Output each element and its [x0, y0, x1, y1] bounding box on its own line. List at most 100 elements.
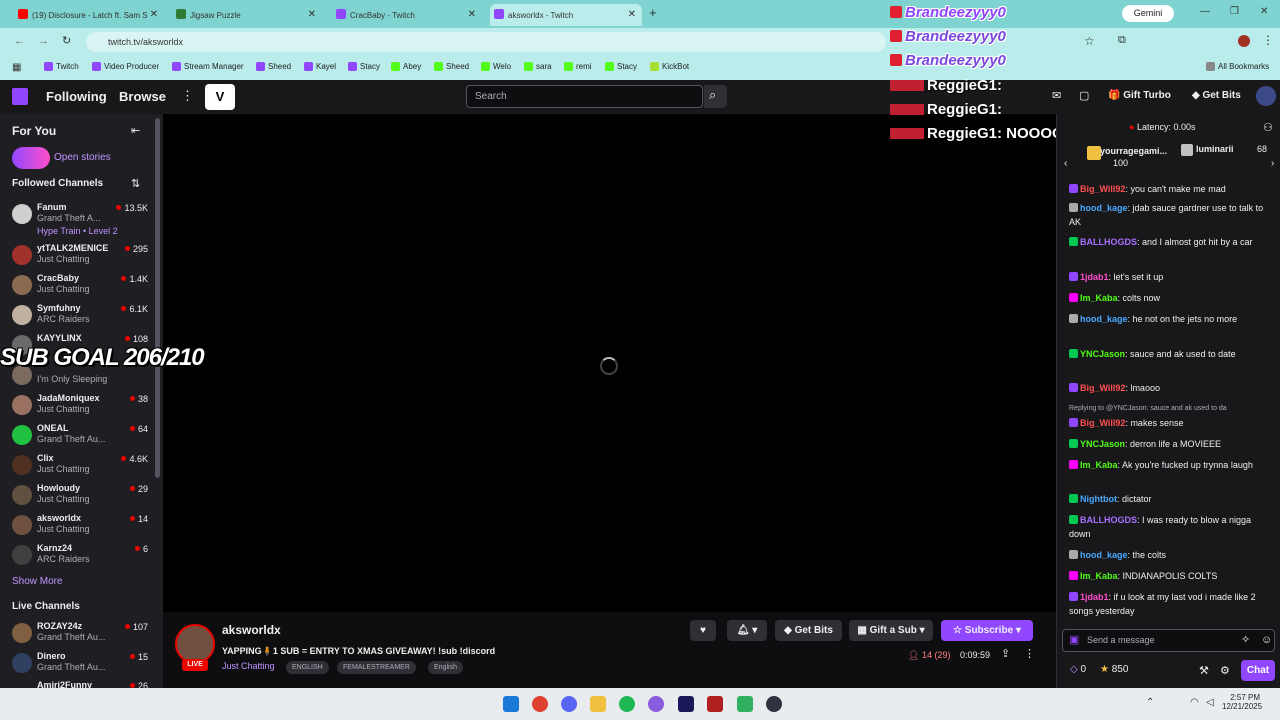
app-icon[interactable]: [737, 696, 753, 712]
browser-tab-aksworldx[interactable]: aksworldx - Twitch ✕: [490, 4, 642, 26]
bookmark-item[interactable]: Abey: [391, 62, 421, 71]
sidebar-scrollbar[interactable]: [155, 118, 160, 478]
user-avatar[interactable]: [1256, 86, 1276, 106]
chrome-icon[interactable]: [532, 696, 548, 712]
chat-username[interactable]: Big_Will92: [1080, 418, 1125, 428]
gift-turbo-button[interactable]: 🎁 Gift Turbo: [1108, 90, 1171, 101]
close-icon[interactable]: ✕: [150, 9, 158, 20]
bookmark-item[interactable]: remi: [564, 62, 592, 71]
sort-icon[interactable]: ⇅: [131, 177, 140, 190]
sidebar-channel[interactable]: JadaMoniquex Just Chatting 38: [8, 391, 148, 421]
bookmark-item[interactable]: KickBot: [650, 62, 689, 71]
bookmark-item[interactable]: Kayel: [304, 62, 336, 71]
bookmark-item[interactable]: Twitch: [44, 62, 79, 71]
gear-icon[interactable]: ⚙: [1220, 664, 1230, 677]
chat-username[interactable]: hood_kage: [1080, 314, 1128, 324]
tool-icon[interactable]: ⚒: [1199, 664, 1209, 677]
close-icon[interactable]: ✕: [468, 9, 476, 20]
tag-pill[interactable]: English: [428, 661, 463, 674]
tag-pill[interactable]: ENGLISH: [286, 661, 329, 674]
sidebar-channel[interactable]: Fanum Grand Theft A... 13.5K Hype Train …: [8, 200, 148, 236]
url-field[interactable]: twitch.tv/aksworldx: [86, 32, 886, 52]
discord-icon[interactable]: [561, 696, 577, 712]
sidebar-channel[interactable]: ROZAY24z Grand Theft Au... 107: [8, 619, 148, 649]
sidebar-channel[interactable]: CracBaby Just Chatting 1.4K: [8, 271, 148, 301]
volume-icon[interactable]: ◁: [1206, 697, 1214, 708]
channel-points[interactable]: ◇ 0: [1070, 664, 1086, 675]
sidebar-channel[interactable]: Karnz24 ARC Raiders 6: [8, 541, 148, 571]
sidebar-channel[interactable]: ONEAL Grand Theft Au... 64: [8, 421, 148, 451]
notifications-button[interactable]: 🔔︎ ▾: [727, 620, 767, 641]
inbox-icon[interactable]: ✉: [1052, 89, 1061, 102]
bookmark-item[interactable]: sara: [524, 62, 552, 71]
windows-start-icon[interactable]: [503, 696, 519, 712]
extension-logo-icon[interactable]: V: [205, 84, 235, 110]
chat-username[interactable]: YNCJason: [1080, 439, 1125, 449]
browser-tab-youtube[interactable]: (19) Disclosure - Latch ft. Sam S ✕: [14, 4, 164, 26]
nav-browse[interactable]: Browse: [119, 89, 166, 104]
search-button[interactable]: ⌕: [704, 85, 727, 108]
chevron-up-icon[interactable]: ⌃: [1146, 697, 1154, 708]
wifi-icon[interactable]: ◠: [1190, 697, 1199, 708]
gift-sub-button[interactable]: ▦ Gift a Sub ▾: [849, 620, 933, 641]
sidebar-channel[interactable]: Clix Just Chatting 4.6K: [8, 451, 148, 481]
bookmark-item[interactable]: Sheed: [256, 62, 291, 71]
close-icon[interactable]: ✕: [628, 9, 636, 20]
bookmark-item[interactable]: Welo: [481, 62, 511, 71]
new-tab-button[interactable]: +: [649, 5, 657, 20]
show-more-link[interactable]: Show More: [12, 576, 63, 587]
folder-icon[interactable]: [590, 696, 606, 712]
get-bits-button[interactable]: ◆ Get Bits: [775, 620, 842, 641]
chat-username[interactable]: YNCJason: [1080, 349, 1125, 359]
bookmark-item[interactable]: Video Producer: [92, 62, 159, 71]
twitch-logo-icon[interactable]: [12, 88, 28, 105]
stories-avatars[interactable]: [12, 147, 50, 169]
bits-balance[interactable]: ★ 850: [1100, 664, 1128, 675]
browser-tab-cracbaby[interactable]: CracBaby - Twitch ✕: [332, 4, 482, 26]
category-link[interactable]: Just Chatting: [222, 661, 275, 671]
chat-username[interactable]: 1jdab1: [1080, 592, 1109, 602]
chevron-left-icon[interactable]: ‹: [1064, 158, 1067, 169]
chat-username[interactable]: 1jdab1: [1080, 272, 1109, 282]
tag-pill[interactable]: FEMALESTREAMER: [337, 661, 416, 674]
menu-kebab-icon[interactable]: ⋮: [1262, 33, 1274, 47]
sidebar-channel[interactable]: ytTALK2MENICE Just Chatting 295: [8, 241, 148, 271]
community-icon[interactable]: ⚇: [1263, 121, 1273, 134]
gemini-button[interactable]: Gemini: [1122, 5, 1174, 22]
browser-tab-jigsaw[interactable]: Jigsaw Puzzle ✕: [172, 4, 322, 26]
follow-heart-button[interactable]: ♥: [690, 620, 716, 641]
more-kebab-icon[interactable]: ⋮: [181, 88, 194, 104]
profile-avatar[interactable]: [1238, 35, 1250, 47]
premiere-icon[interactable]: [678, 696, 694, 712]
spotify-icon[interactable]: [619, 696, 635, 712]
reload-icon[interactable]: ↻: [62, 34, 71, 47]
sidebar-channel[interactable]: aksworldx Just Chatting 14: [8, 511, 148, 541]
more-options-icon[interactable]: ⋮: [1024, 647, 1035, 660]
sidebar-channel[interactable]: Amiri2Funny 26: [8, 678, 148, 688]
bookmark-item[interactable]: Stacy: [348, 62, 380, 71]
chevron-right-icon[interactable]: ›: [1271, 158, 1274, 169]
search-input[interactable]: Search: [466, 85, 703, 108]
bookmark-star-icon[interactable]: ☆: [1084, 34, 1095, 48]
sidebar-channel[interactable]: Symfuhny ARC Raiders 6.1K: [8, 301, 148, 331]
chat-username[interactable]: Big_Will92: [1080, 383, 1125, 393]
emote-icon[interactable]: ☺: [1261, 630, 1272, 651]
maximize-button[interactable]: ❐: [1230, 6, 1239, 17]
app-icon[interactable]: [648, 696, 664, 712]
close-window-button[interactable]: ✕: [1260, 6, 1268, 17]
all-bookmarks[interactable]: All Bookmarks: [1206, 62, 1269, 71]
chat-username[interactable]: Im_Kaba: [1080, 460, 1118, 470]
chat-username[interactable]: Im_Kaba: [1080, 571, 1118, 581]
get-bits-top-button[interactable]: ◆ Get Bits: [1192, 90, 1241, 101]
chat-username[interactable]: hood_kage: [1080, 550, 1128, 560]
obs-icon[interactable]: [766, 696, 782, 712]
channel-avatar[interactable]: [175, 624, 215, 664]
forward-icon[interactable]: →: [38, 35, 49, 47]
chat-send-button[interactable]: Chat: [1241, 660, 1275, 681]
bookmark-item[interactable]: Stacy: [605, 62, 637, 71]
sidebar-channel[interactable]: Dinero Grand Theft Au... 15: [8, 649, 148, 679]
channel-name[interactable]: aksworldx: [222, 623, 281, 637]
chat-username[interactable]: hood_kage: [1080, 203, 1128, 213]
chat-username[interactable]: BALLHOGDS: [1080, 237, 1137, 247]
open-stories-link[interactable]: Open stories: [54, 152, 111, 163]
